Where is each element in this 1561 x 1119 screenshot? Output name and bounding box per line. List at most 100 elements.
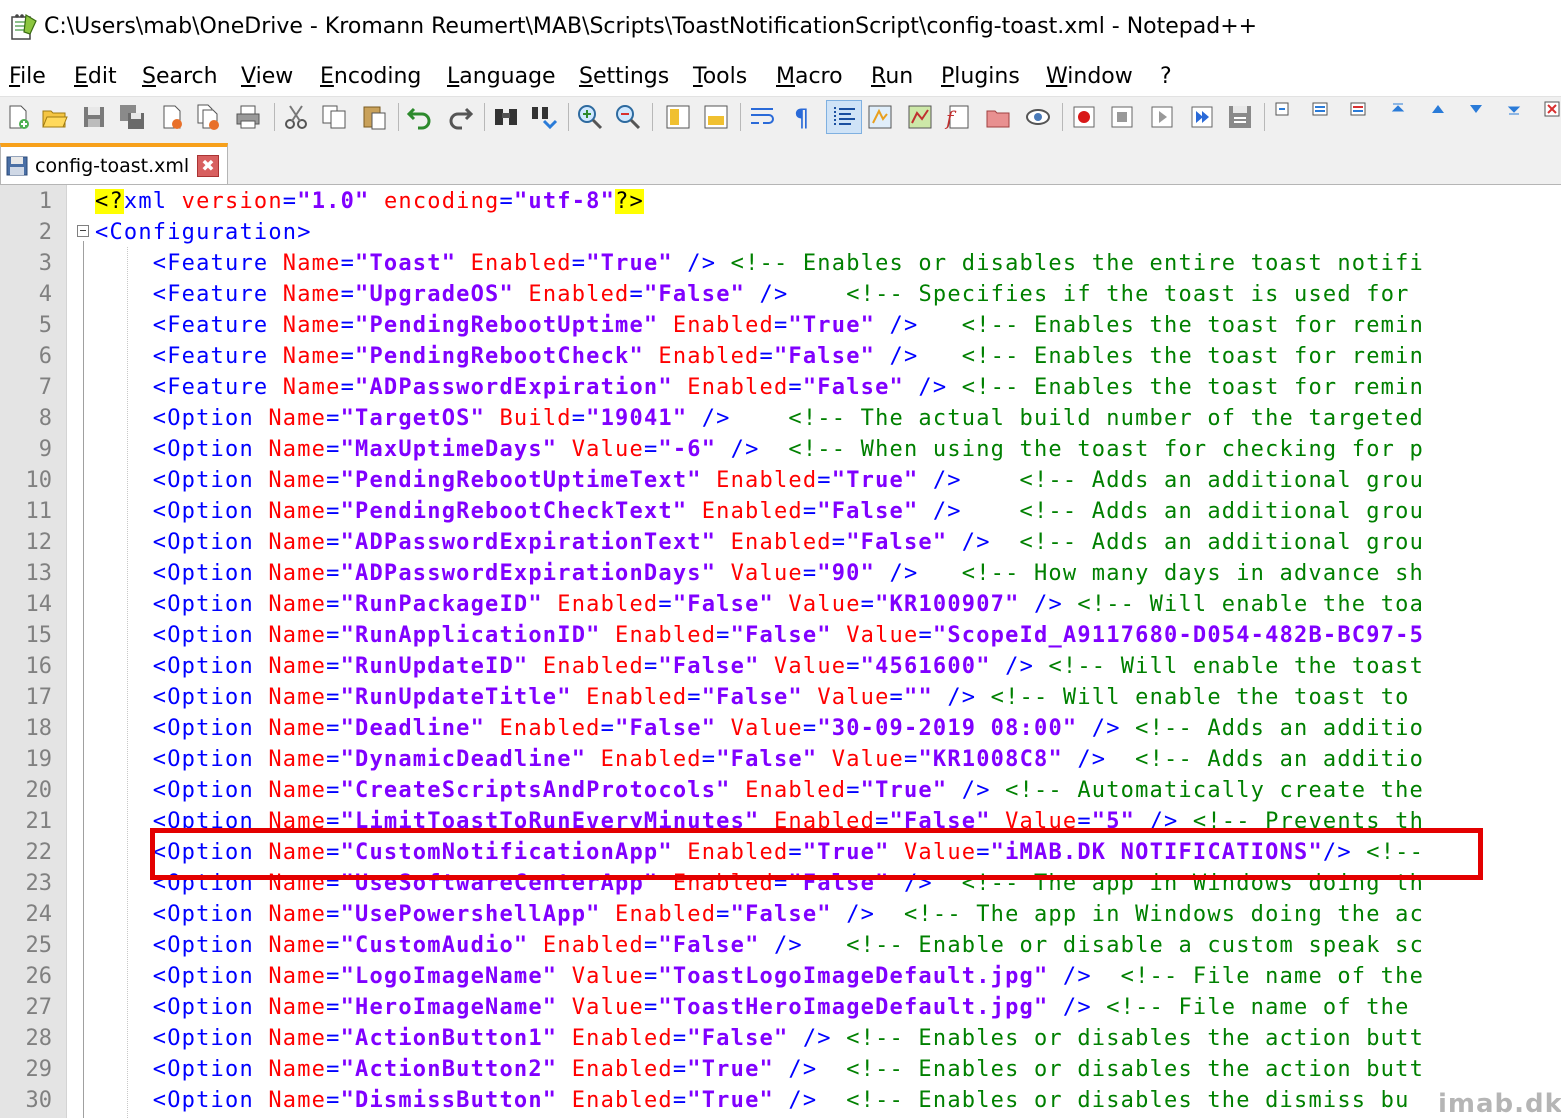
code-line[interactable]: <Feature Name="ADPasswordExpiration" Ena… [95, 372, 1424, 403]
toolbar-separator [484, 103, 485, 131]
copy-icon[interactable] [320, 103, 348, 131]
code-line[interactable]: <Option Name="PendingRebootCheckText" En… [95, 496, 1424, 527]
menu-tools[interactable]: Tools [693, 64, 747, 89]
code-token-cmt: <!-- Adds an additional grou [1019, 499, 1425, 524]
user-defined-language-icon[interactable] [866, 103, 894, 131]
code-token-val: "ADPasswordExpirationDays" [340, 561, 717, 586]
redo-icon[interactable] [446, 103, 474, 131]
run-macro-multiple-icon[interactable] [1188, 103, 1216, 131]
code-line[interactable]: <Option Name="CreateScriptsAndProtocols"… [95, 775, 1424, 806]
menu-encoding[interactable]: Encoding [320, 64, 421, 89]
close-icon[interactable] [158, 103, 186, 131]
code-line[interactable]: <Feature Name="Toast" Enabled="True" /> … [95, 248, 1424, 279]
code-line[interactable]: <Option Name="UsePowershellApp" Enabled=… [95, 899, 1424, 930]
code-token-attr: Name [268, 995, 327, 1020]
sync-vertical-icon[interactable] [664, 103, 692, 131]
menu-window[interactable]: Window [1046, 64, 1133, 89]
plugin-marker-icon[interactable] [1274, 101, 1290, 117]
menu-plugins[interactable]: Plugins [941, 64, 1020, 89]
code-line[interactable]: <Option Name="ADPasswordExpirationText" … [95, 527, 1424, 558]
undo-icon[interactable] [406, 103, 434, 131]
save-all-icon[interactable] [118, 103, 146, 131]
menu-help[interactable]: ? [1160, 64, 1172, 89]
code-token-tag: /> [947, 778, 1006, 803]
code-line[interactable]: <Option Name="RunPackageID" Enabled="Fal… [95, 589, 1424, 620]
monitoring-icon[interactable] [1024, 103, 1052, 131]
close-all-icon[interactable] [194, 103, 222, 131]
record-macro-icon[interactable] [1070, 103, 1098, 131]
menu-search[interactable]: Search [142, 64, 218, 89]
code-line[interactable]: <Option Name="CustomAudio" Enabled="Fals… [95, 930, 1424, 961]
code-line[interactable]: <Option Name="Deadline" Enabled="False" … [95, 713, 1424, 744]
new-file-icon[interactable] [4, 103, 32, 131]
open-file-icon[interactable] [40, 103, 68, 131]
menu-run[interactable]: Run [871, 64, 913, 89]
cut-icon[interactable] [282, 103, 310, 131]
plugin-compare-icon[interactable] [1312, 101, 1328, 117]
zoom-out-icon[interactable] [614, 103, 642, 131]
tab-close-icon[interactable]: ✖ [197, 155, 219, 177]
plugin-diff-icon[interactable] [1350, 101, 1366, 117]
indent-guide-icon[interactable] [830, 103, 858, 131]
code-token-attr: Enabled [600, 747, 702, 772]
code-line[interactable]: <Option Name="DismissButton" Enabled="Tr… [95, 1085, 1410, 1116]
code-token-tag: = [788, 375, 803, 400]
code-line[interactable]: <Option Name="RunUpdateID" Enabled="Fals… [95, 651, 1424, 682]
code-line[interactable]: <Option Name="ActionButton2" Enabled="Tr… [95, 1054, 1424, 1085]
code-token-tag [369, 189, 383, 214]
code-token-tag: = [889, 685, 904, 710]
code-line[interactable]: <Option Name="DynamicDeadline" Enabled="… [95, 744, 1424, 775]
code-line[interactable]: <Option Name="ActionButton1" Enabled="Fa… [95, 1023, 1424, 1054]
next-difference-icon[interactable] [1468, 101, 1484, 117]
print-icon[interactable] [234, 103, 262, 131]
play-macro-icon[interactable] [1148, 103, 1176, 131]
word-wrap-icon[interactable] [748, 103, 776, 131]
find-icon[interactable] [492, 103, 520, 131]
menu-macro[interactable]: Macro [776, 64, 843, 89]
stop-recording-icon[interactable] [1108, 103, 1136, 131]
code-token-tag: <Option [95, 995, 269, 1020]
code-line[interactable]: <Option Name="ADPasswordExpirationDays" … [95, 558, 1424, 589]
code-token-tag: <Option [95, 623, 269, 648]
code-line[interactable]: <Feature Name="PendingRebootCheck" Enabl… [95, 341, 1424, 372]
code-line[interactable]: <Option Name="RunApplicationID" Enabled=… [95, 620, 1424, 651]
menu-edit[interactable]: Edit [74, 64, 117, 89]
sync-horizontal-icon[interactable] [702, 103, 730, 131]
previous-difference-icon[interactable] [1430, 101, 1446, 117]
code-token-tag: = [643, 654, 659, 679]
code-line[interactable]: <Option Name="RunUpdateTitle" Enabled="F… [95, 682, 1410, 713]
code-token-tag: <Option [95, 592, 269, 617]
zoom-in-icon[interactable] [576, 103, 604, 131]
first-difference-icon[interactable] [1390, 101, 1406, 117]
menu-language[interactable]: Language [447, 64, 556, 89]
plugin-close-compare-icon[interactable] [1544, 101, 1560, 117]
show-all-characters-icon[interactable]: ¶ [788, 103, 816, 131]
fold-toggle-icon[interactable] [77, 225, 89, 237]
code-line[interactable]: <Option Name="LogoImageName" Value="Toas… [95, 961, 1424, 992]
paste-icon[interactable] [360, 103, 388, 131]
code-line[interactable]: <Option Name="HeroImageName" Value="Toas… [95, 992, 1410, 1023]
tab-config-toast[interactable]: config-toast.xml ✖ [0, 143, 228, 184]
menu-settings[interactable]: Settings [579, 64, 669, 89]
code-line[interactable]: <Option Name="PendingRebootUptimeText" E… [95, 465, 1424, 496]
code-line[interactable]: <Option Name="MaxUptimeDays" Value="-6" … [95, 434, 1424, 465]
menu-file[interactable]: File [9, 64, 46, 89]
save-macro-icon[interactable] [1226, 103, 1254, 131]
code-token-attr: Enabled [557, 592, 659, 617]
last-difference-icon[interactable] [1506, 101, 1522, 117]
code-line[interactable]: <Feature Name="UpgradeOS" Enabled="False… [95, 279, 1410, 310]
code-token-val: "False" [716, 747, 818, 772]
toolbar-separator [398, 103, 399, 131]
folder-as-workspace-icon[interactable] [984, 103, 1012, 131]
code-line[interactable]: <Feature Name="PendingRebootUptime" Enab… [95, 310, 1424, 341]
code-line[interactable]: <?xml version="1.0" encoding="utf-8"?> [95, 186, 644, 217]
document-map-icon[interactable] [906, 103, 934, 131]
menu-view[interactable]: View [241, 64, 293, 89]
save-icon[interactable] [80, 103, 108, 131]
replace-icon[interactable] [530, 103, 558, 131]
function-list-icon[interactable]: f [944, 103, 972, 131]
code-line[interactable]: <Option Name="TargetOS" Build="19041" />… [95, 403, 1424, 434]
code-token-val: "True" [687, 1088, 774, 1113]
editor[interactable]: 1 2 3 4 5 6 7 8 9 10 11 12 13 14 15 16 17 18 19 20 21 22 23 24 2… [0, 185, 1561, 1118]
code-line[interactable]: <Configuration> [95, 217, 312, 248]
